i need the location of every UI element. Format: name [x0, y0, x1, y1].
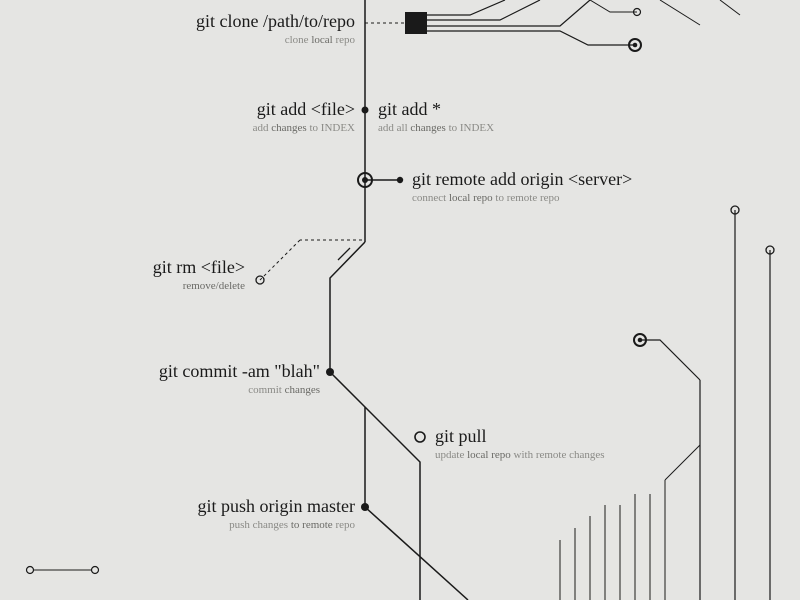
- desc-remote-add: connect local repo to remote repo: [412, 192, 632, 204]
- desc-pull: update local repo with remote changes: [435, 449, 605, 461]
- cmd-remote-add: git remote add origin <server>: [412, 170, 632, 190]
- node-rm: git rm <file> remove/delete: [153, 258, 245, 292]
- node-pull: git pull update local repo with remote c…: [435, 427, 605, 461]
- cmd-add-all: git add *: [378, 100, 494, 120]
- node-clone: git clone /path/to/repo clone local repo: [196, 12, 355, 46]
- desc-rm: remove/delete: [153, 280, 245, 292]
- node-commit: git commit -am "blah" commit changes: [159, 362, 320, 396]
- node-add-file: git add <file> add changes to INDEX: [253, 100, 355, 134]
- cmd-pull: git pull: [435, 427, 605, 447]
- cmd-rm: git rm <file>: [153, 258, 245, 278]
- desc-commit: commit changes: [159, 384, 320, 396]
- node-remote-add: git remote add origin <server> connect l…: [412, 170, 632, 204]
- desc-push: push changes to remote repo: [198, 519, 355, 531]
- desc-clone: clone local repo: [196, 34, 355, 46]
- node-push: git push origin master push changes to r…: [198, 497, 355, 531]
- cmd-add-file: git add <file>: [253, 100, 355, 120]
- cmd-clone: git clone /path/to/repo: [196, 12, 355, 32]
- desc-add-all: add all changes to INDEX: [378, 122, 494, 134]
- node-add-all: git add * add all changes to INDEX: [378, 100, 494, 134]
- desc-add-file: add changes to INDEX: [253, 122, 355, 134]
- cmd-push: git push origin master: [198, 497, 355, 517]
- cmd-commit: git commit -am "blah": [159, 362, 320, 382]
